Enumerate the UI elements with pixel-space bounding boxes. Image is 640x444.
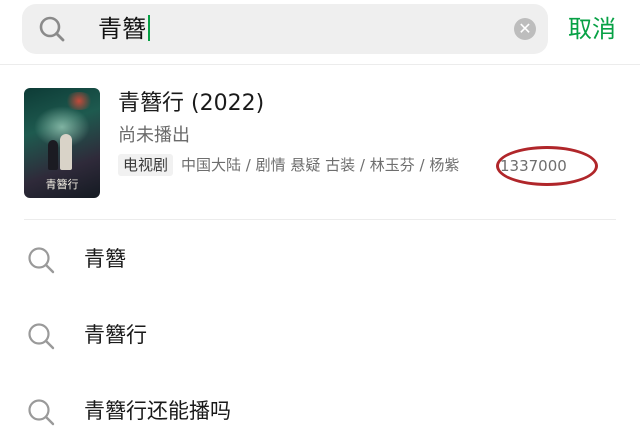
result-title[interactable]: 青簪行 (2022) [118, 90, 264, 118]
text-caret [148, 15, 150, 41]
result-divider [24, 219, 616, 220]
search-result-card[interactable]: 青簪行 青簪行 (2022) 尚未播出 电视剧 中国大陆 / 剧情 悬疑 古装 /… [0, 66, 640, 218]
suggestion-item[interactable]: 青簪行还能播吗 [0, 380, 640, 444]
poster-title: 青簪行 [45, 178, 79, 191]
result-meta: 电视剧 中国大陆 / 剧情 悬疑 古装 / 林玉芬 / 杨紫 [118, 154, 459, 180]
result-status: 尚未播出 [118, 125, 190, 146]
type-tag: 电视剧 [118, 154, 174, 176]
poster-image[interactable]: 青簪行 [24, 88, 100, 198]
poster-figure-light [60, 134, 72, 170]
search-icon [28, 323, 55, 350]
poster-blossom [64, 92, 94, 110]
search-box[interactable]: 青簪 ✕ [22, 4, 548, 54]
cancel-button[interactable]: 取消 [568, 14, 616, 44]
suggestion-label: 青簪行还能播吗 [84, 399, 231, 423]
suggestion-label: 青簪行 [84, 323, 147, 347]
header-divider [0, 64, 640, 65]
search-query-text: 青簪 [98, 15, 146, 43]
search-input[interactable]: 青簪 [98, 15, 150, 43]
search-header: 青簪 ✕ 取消 [0, 0, 640, 62]
search-icon [39, 16, 65, 42]
suggestion-item[interactable]: 青簪行 [0, 304, 640, 368]
annotation-circle [496, 146, 598, 186]
clear-icon[interactable]: ✕ [514, 18, 536, 40]
suggestion-item[interactable]: 青簪 [0, 228, 640, 292]
poster-figure-dark [48, 140, 58, 170]
search-icon [28, 399, 55, 426]
search-icon [28, 247, 55, 274]
suggestion-label: 青簪 [84, 247, 126, 271]
meta-text: 中国大陆 / 剧情 悬疑 古装 / 林玉芬 / 杨紫 [181, 156, 460, 174]
